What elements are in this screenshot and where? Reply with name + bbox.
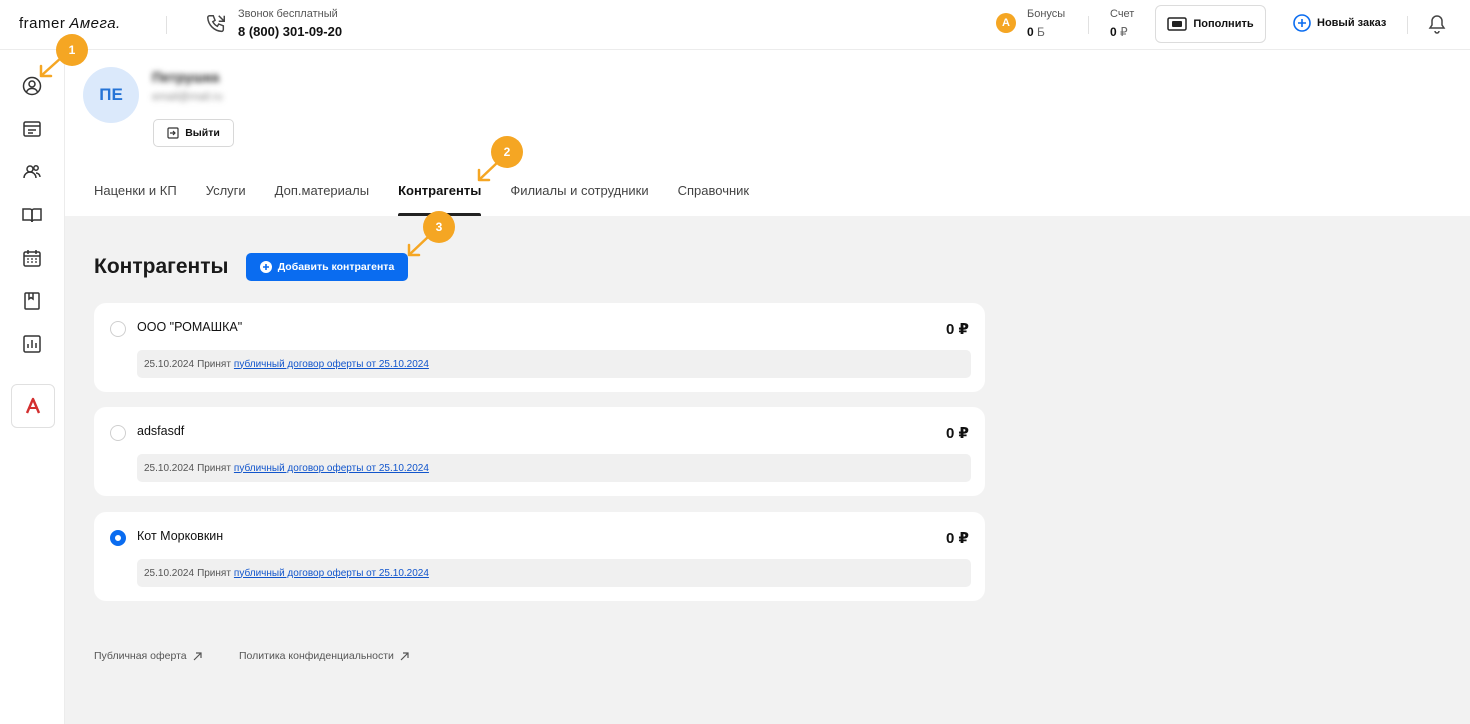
profile-name: Петрушка	[152, 69, 220, 85]
sidebar-item-clients[interactable]	[22, 162, 42, 182]
users-icon	[23, 165, 41, 179]
logo[interactable]: framer Амега.	[19, 15, 121, 32]
logout-icon	[167, 127, 179, 139]
account-amount: 0	[1110, 25, 1117, 39]
tab-directory[interactable]: Справочник	[678, 183, 750, 216]
contractor-card[interactable]: ООО "РОМАШКА" 0 ₽ 25.10.2024 Принят публ…	[94, 303, 985, 392]
orders-icon	[23, 121, 41, 137]
contractor-name: Кот Морковкин	[137, 529, 224, 543]
divider	[1088, 16, 1089, 34]
tab-materials[interactable]: Доп.материалы	[275, 183, 369, 216]
plus-circle-icon	[1293, 14, 1311, 32]
public-offer-label: Публичная оферта	[94, 650, 187, 662]
account-unit: ₽	[1120, 25, 1128, 39]
offer-contract-link[interactable]: публичный договор оферты от 25.10.2024	[234, 568, 429, 579]
new-order-label: Новый заказ	[1317, 17, 1387, 29]
contractor-amount: 0 ₽	[946, 530, 969, 547]
plus-circle-icon	[259, 261, 272, 273]
sidebar-item-catalog[interactable]	[22, 205, 42, 225]
contractor-card[interactable]: Кот Морковкин 0 ₽ 25.10.2024 Принят публ…	[94, 512, 985, 601]
bonus-unit: Б	[1037, 25, 1045, 39]
avatar: ПЕ	[83, 67, 139, 123]
divider	[1407, 16, 1408, 34]
book-icon	[22, 208, 42, 223]
contractor-card[interactable]: adsfasdf 0 ₽ 25.10.2024 Принят публичный…	[94, 407, 985, 496]
annotation-marker-3: 3	[423, 211, 455, 243]
offer-contract-link[interactable]: публичный договор оферты от 25.10.2024	[234, 463, 429, 474]
profile-email: email@mail.ru	[152, 91, 223, 103]
annotation-marker-2: 2	[491, 136, 523, 168]
account-label: Счет	[1110, 8, 1135, 20]
logout-button[interactable]: Выйти	[153, 119, 234, 147]
contract-info: 25.10.2024 Принят публичный договор офер…	[137, 559, 971, 587]
privacy-policy-link[interactable]: Политика конфиденциальности	[239, 650, 409, 662]
contractor-radio-selected[interactable]	[110, 530, 126, 546]
stats-icon	[23, 335, 41, 353]
offer-contract-link[interactable]: публичный договор оферты от 25.10.2024	[234, 359, 429, 370]
tab-markups[interactable]: Наценки и КП	[94, 183, 177, 216]
external-link-icon	[193, 651, 202, 660]
top-header: framer Амега. Звонок бесплатный 8 (800) 3…	[0, 0, 1470, 50]
new-order-button[interactable]: Новый заказ	[1293, 14, 1386, 32]
add-contractor-button[interactable]: Добавить контрагента	[246, 253, 408, 281]
phone-number[interactable]: 8 (800) 301-09-20	[238, 24, 342, 39]
contract-date: 25.10.2024	[144, 567, 195, 579]
contractor-radio[interactable]	[110, 425, 126, 441]
sidebar-item-portfolio[interactable]	[22, 291, 42, 311]
bell-icon[interactable]	[1428, 14, 1446, 34]
phone-icon	[207, 15, 225, 33]
contract-status: Принят	[197, 567, 231, 579]
wallet-icon	[1167, 17, 1188, 31]
tab-branches[interactable]: Филиалы и сотрудники	[510, 183, 648, 216]
tab-services[interactable]: Услуги	[206, 183, 246, 216]
public-offer-link[interactable]: Публичная оферта	[94, 650, 202, 662]
contractor-name: adsfasdf	[137, 424, 185, 438]
topup-label: Пополнить	[1193, 18, 1254, 30]
contractor-amount: 0 ₽	[946, 321, 969, 338]
sidebar-item-stats[interactable]	[22, 334, 42, 354]
phone-label: Звонок бесплатный	[238, 8, 338, 20]
divider	[166, 16, 167, 34]
bonus-value: 0 Б	[1027, 25, 1045, 39]
topup-button[interactable]: Пополнить	[1155, 5, 1266, 43]
calendar-icon	[23, 250, 41, 267]
amega-app-button[interactable]	[11, 384, 55, 428]
contract-status: Принят	[197, 358, 231, 370]
contract-date: 25.10.2024	[144, 358, 195, 370]
sidebar	[0, 50, 65, 724]
contract-info: 25.10.2024 Принят публичный договор офер…	[137, 350, 971, 378]
page-title: Контрагенты	[94, 255, 229, 278]
amega-app-icon	[25, 397, 41, 414]
logo-framer: framer	[19, 15, 66, 32]
contractor-amount: 0 ₽	[946, 425, 969, 442]
annotation-marker-1: 1	[56, 34, 88, 66]
contract-status: Принят	[197, 462, 231, 474]
contract-info: 25.10.2024 Принят публичный договор офер…	[137, 454, 971, 482]
contractor-radio[interactable]	[110, 321, 126, 337]
bonus-icon: A	[996, 13, 1016, 33]
account-value: 0 ₽	[1110, 25, 1128, 39]
contractor-name: ООО "РОМАШКА"	[137, 320, 243, 334]
sidebar-item-orders[interactable]	[22, 119, 42, 139]
contract-date: 25.10.2024	[144, 462, 195, 474]
external-link-icon	[400, 651, 409, 660]
logout-label: Выйти	[185, 127, 220, 139]
bonus-amount: 0	[1027, 25, 1034, 39]
logo-amega: Амега.	[69, 15, 121, 32]
sidebar-item-calendar[interactable]	[22, 248, 42, 268]
bonus-label: Бонусы	[1027, 8, 1066, 20]
privacy-policy-label: Политика конфиденциальности	[239, 650, 394, 662]
portfolio-icon	[24, 292, 40, 310]
add-contractor-label: Добавить контрагента	[277, 261, 395, 273]
